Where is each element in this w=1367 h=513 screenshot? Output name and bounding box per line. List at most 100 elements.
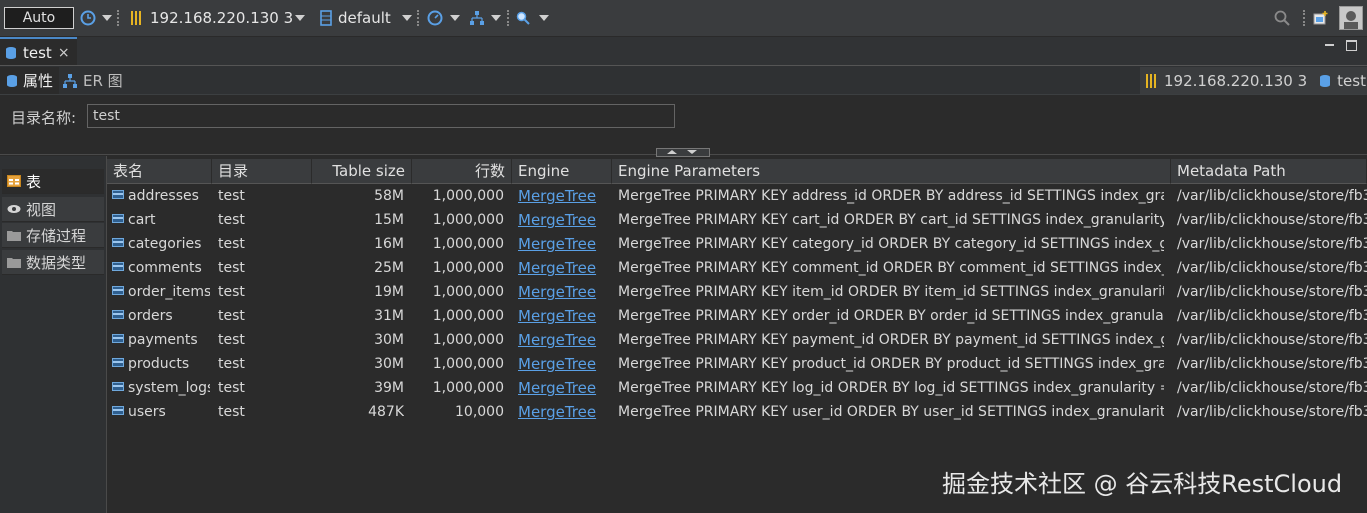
tab-properties[interactable]: 属性	[0, 67, 59, 94]
cell-catalog[interactable]: test	[218, 256, 308, 280]
cell-row-count[interactable]: 1,000,000	[412, 280, 504, 304]
engine-link[interactable]: MergeTree	[518, 403, 596, 421]
transaction-mode-select[interactable]: Auto	[4, 7, 74, 29]
cell-engine-parameters[interactable]: MergeTree PRIMARY KEY category_id ORDER …	[618, 232, 1164, 256]
cell-engine[interactable]: MergeTree	[518, 208, 608, 232]
cell-engine[interactable]: MergeTree	[518, 256, 608, 280]
engine-link[interactable]: MergeTree	[518, 259, 596, 277]
cell-table-name[interactable]: users	[112, 400, 210, 424]
schema-tree-button[interactable]	[469, 0, 485, 36]
cell-catalog[interactable]: test	[218, 208, 308, 232]
engine-link[interactable]: MergeTree	[518, 283, 596, 301]
cell-table-size[interactable]: 16M	[312, 232, 404, 256]
global-search-button[interactable]	[1274, 0, 1290, 36]
cell-table-size[interactable]: 15M	[312, 208, 404, 232]
nav-item-data-types[interactable]: 数据类型	[2, 250, 104, 275]
cell-table-name[interactable]: orders	[112, 304, 210, 328]
nav-item-procedures[interactable]: 存储过程	[2, 223, 104, 248]
column-header[interactable]: Engine	[512, 159, 612, 184]
cell-engine-parameters[interactable]: MergeTree PRIMARY KEY address_id ORDER B…	[618, 184, 1164, 208]
cell-metadata-path[interactable]: /var/lib/clickhouse/store/fb3	[1177, 232, 1367, 256]
cell-row-count[interactable]: 1,000,000	[412, 328, 504, 352]
cell-table-size[interactable]: 19M	[312, 280, 404, 304]
maximize-icon[interactable]	[1346, 40, 1357, 51]
cell-table-size[interactable]: 58M	[312, 184, 404, 208]
cell-table-size[interactable]: 25M	[312, 256, 404, 280]
cell-table-name[interactable]: categories	[112, 232, 210, 256]
engine-link[interactable]: MergeTree	[518, 187, 596, 205]
minimize-icon[interactable]	[1325, 44, 1334, 46]
column-header[interactable]: 表名	[107, 159, 212, 184]
engine-link[interactable]: MergeTree	[518, 355, 596, 373]
cell-metadata-path[interactable]: /var/lib/clickhouse/store/fb3	[1177, 184, 1367, 208]
cell-row-count[interactable]: 1,000,000	[412, 232, 504, 256]
cell-row-count[interactable]: 1,000,000	[412, 304, 504, 328]
cell-table-size[interactable]: 31M	[312, 304, 404, 328]
cell-engine-parameters[interactable]: MergeTree PRIMARY KEY user_id ORDER BY u…	[618, 400, 1164, 424]
engine-link[interactable]: MergeTree	[518, 331, 596, 349]
nav-item-views[interactable]: 视图	[2, 197, 104, 222]
cell-table-name[interactable]: comments	[112, 256, 210, 280]
cell-engine-parameters[interactable]: MergeTree PRIMARY KEY order_id ORDER BY …	[618, 304, 1164, 328]
column-header[interactable]: Engine Parameters	[612, 159, 1171, 184]
cell-table-name[interactable]: payments	[112, 328, 210, 352]
engine-link[interactable]: MergeTree	[518, 307, 596, 325]
cell-catalog[interactable]: test	[218, 304, 308, 328]
catalog-name-field[interactable]: test	[87, 104, 675, 128]
cell-engine-parameters[interactable]: MergeTree PRIMARY KEY comment_id ORDER B…	[618, 256, 1164, 280]
cell-row-count[interactable]: 1,000,000	[412, 184, 504, 208]
cell-engine-parameters[interactable]: MergeTree PRIMARY KEY product_id ORDER B…	[618, 352, 1164, 376]
cell-table-name[interactable]: addresses	[112, 184, 210, 208]
cell-table-size[interactable]: 487K	[312, 400, 404, 424]
cell-row-count[interactable]: 1,000,000	[412, 256, 504, 280]
database-dropdown[interactable]	[402, 0, 412, 36]
nav-item-tables[interactable]: 表	[2, 169, 104, 194]
cell-engine[interactable]: MergeTree	[518, 376, 608, 400]
cell-row-count[interactable]: 1,000,000	[412, 376, 504, 400]
search-db-button[interactable]	[516, 0, 530, 36]
database-selector[interactable]: default	[320, 0, 391, 36]
cell-row-count[interactable]: 1,000,000	[412, 208, 504, 232]
engine-link[interactable]: MergeTree	[518, 211, 596, 229]
cell-engine[interactable]: MergeTree	[518, 352, 608, 376]
tab-er-diagram[interactable]: ER 图	[62, 67, 123, 94]
cell-engine-parameters[interactable]: MergeTree PRIMARY KEY item_id ORDER BY i…	[618, 280, 1164, 304]
cell-engine-parameters[interactable]: MergeTree PRIMARY KEY log_id ORDER BY lo…	[618, 376, 1164, 400]
close-icon[interactable]: ×	[58, 45, 70, 61]
search-db-dropdown[interactable]	[539, 0, 549, 36]
cell-metadata-path[interactable]: /var/lib/clickhouse/store/fb3	[1177, 208, 1367, 232]
cell-catalog[interactable]: test	[218, 328, 308, 352]
context-catalog[interactable]: test	[1337, 72, 1366, 90]
cell-engine-parameters[interactable]: MergeTree PRIMARY KEY payment_id ORDER B…	[618, 328, 1164, 352]
cell-table-name[interactable]: products	[112, 352, 210, 376]
cell-metadata-path[interactable]: /var/lib/clickhouse/store/fb3	[1177, 376, 1367, 400]
cell-catalog[interactable]: test	[218, 280, 308, 304]
column-header[interactable]: 行数	[412, 159, 512, 184]
cell-table-size[interactable]: 30M	[312, 328, 404, 352]
cell-metadata-path[interactable]: /var/lib/clickhouse/store/fb3	[1177, 400, 1367, 424]
cell-table-size[interactable]: 39M	[312, 376, 404, 400]
collapse-toggle[interactable]	[656, 148, 710, 157]
cell-table-size[interactable]: 30M	[312, 352, 404, 376]
engine-link[interactable]: MergeTree	[518, 235, 596, 253]
context-connection[interactable]: 192.168.220.130 3	[1164, 72, 1307, 90]
cell-engine-parameters[interactable]: MergeTree PRIMARY KEY cart_id ORDER BY c…	[618, 208, 1164, 232]
cell-table-name[interactable]: system_logs	[112, 376, 210, 400]
cell-engine[interactable]: MergeTree	[518, 184, 608, 208]
engine-link[interactable]: MergeTree	[518, 379, 596, 397]
history-dropdown[interactable]	[102, 0, 112, 36]
perspective-button[interactable]	[1313, 0, 1329, 36]
dashboard-dropdown[interactable]	[450, 0, 460, 36]
cell-metadata-path[interactable]: /var/lib/clickhouse/store/fb3	[1177, 256, 1367, 280]
connection-selector[interactable]: 192.168.220.130 3	[130, 0, 293, 36]
cell-table-name[interactable]: order_items	[112, 280, 210, 304]
cell-catalog[interactable]: test	[218, 184, 308, 208]
cell-metadata-path[interactable]: /var/lib/clickhouse/store/fb3	[1177, 328, 1367, 352]
history-button[interactable]	[80, 0, 96, 36]
dashboard-button[interactable]	[427, 0, 443, 36]
tab-test[interactable]: test ×	[0, 37, 77, 65]
cell-engine[interactable]: MergeTree	[518, 304, 608, 328]
cell-table-name[interactable]: cart	[112, 208, 210, 232]
cell-engine[interactable]: MergeTree	[518, 232, 608, 256]
cell-catalog[interactable]: test	[218, 232, 308, 256]
